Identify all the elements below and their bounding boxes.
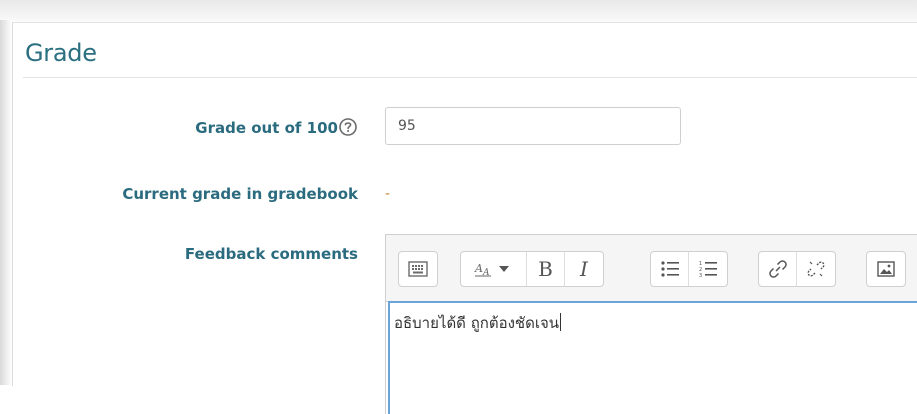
- section-divider: [23, 77, 917, 78]
- toolbar-group-links: [758, 251, 836, 287]
- ordered-list-icon[interactable]: 1 2 3: [689, 252, 727, 286]
- section-title: Grade: [25, 39, 97, 67]
- feedback-text-area[interactable]: อธิบายได้ดี ถูกต้องชัดเจน: [388, 301, 917, 414]
- paragraph-styles-icon[interactable]: A A: [461, 252, 527, 286]
- window-left-shadow: [0, 20, 12, 385]
- link-icon[interactable]: [759, 252, 797, 286]
- unordered-list-icon[interactable]: [651, 252, 689, 286]
- italic-icon[interactable]: I: [565, 252, 603, 286]
- feedback-label: Feedback comments: [184, 245, 358, 263]
- grade-panel: Grade Grade out of 100 Current grade in …: [12, 22, 917, 414]
- feedback-editor: A A B I 1 2 3 อธิบายได้ดี ถูกต้องชัดเจน: [385, 234, 917, 414]
- toolbar-group-toggle: [398, 251, 438, 287]
- feedback-text-content: อธิบายได้ดี ถูกต้องชัดเจน: [394, 314, 560, 332]
- current-grade-value: -: [385, 185, 390, 202]
- image-icon[interactable]: [867, 252, 905, 286]
- unlink-icon[interactable]: [797, 252, 835, 286]
- svg-text:A: A: [474, 262, 483, 275]
- show-more-buttons-icon[interactable]: [399, 252, 437, 286]
- toolbar-group-style: A A B I: [460, 251, 604, 287]
- grade-label: Grade out of 100: [195, 119, 338, 137]
- svg-text:3: 3: [699, 273, 702, 278]
- bold-icon[interactable]: B: [527, 252, 565, 286]
- question-circle-icon[interactable]: [338, 117, 358, 137]
- text-caret: [560, 313, 562, 331]
- current-grade-label: Current grade in gradebook: [122, 185, 358, 203]
- toolbar-group-media: [866, 251, 906, 287]
- feedback-text: อธิบายได้ดี ถูกต้องชัดเจน: [394, 311, 562, 335]
- editor-toolbar: A A B I 1 2 3: [386, 235, 917, 302]
- toolbar-group-list: 1 2 3: [650, 251, 728, 287]
- grade-input[interactable]: [385, 107, 681, 145]
